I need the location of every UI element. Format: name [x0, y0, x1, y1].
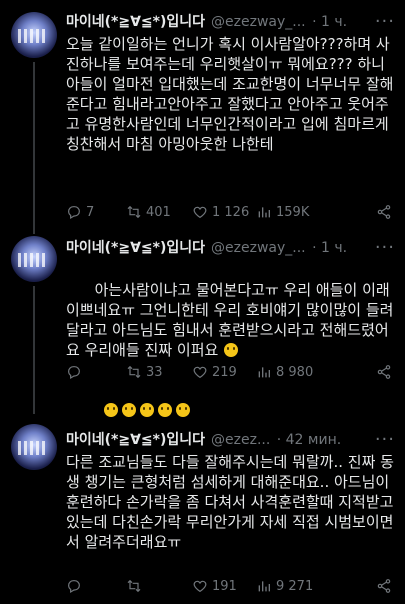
tweet-text: 다른 조교님들도 다들 잘해주시는데 뭐랄까.. 진짜 동생 챙기는 큰형처럼 … — [66, 453, 399, 551]
tweet-actions: 191 9 271 — [66, 576, 396, 596]
avatar[interactable] — [11, 424, 57, 470]
more-icon[interactable]: ··· — [375, 239, 395, 257]
share-button[interactable] — [376, 578, 396, 594]
timestamp[interactable]: · 42 мин. — [277, 432, 341, 448]
like-count: 219 — [212, 364, 237, 380]
share-button[interactable] — [376, 364, 396, 380]
retweet-button[interactable]: 33 — [126, 364, 192, 380]
like-button[interactable]: 219 — [192, 364, 256, 380]
retweet-icon — [127, 579, 141, 593]
timestamp[interactable]: · 1 ч. — [312, 240, 347, 256]
retweet-count: 401 — [146, 204, 171, 220]
tweet-header: 마이네(*≧∀≦*)입니다 @ezez... · 42 мин. — [66, 430, 341, 450]
user-handle[interactable]: @ezezway_... — [211, 14, 306, 30]
share-button[interactable] — [376, 204, 396, 220]
avatar[interactable] — [11, 12, 57, 58]
like-button[interactable]: 191 — [192, 578, 256, 594]
tweet-3[interactable]: 마이네(*≧∀≦*)입니다 @ezez... · 42 мин. ··· 다른 조… — [0, 414, 405, 604]
more-icon[interactable]: ··· — [375, 431, 395, 449]
share-icon — [377, 365, 391, 379]
retweet-icon — [127, 365, 141, 379]
reply-button[interactable] — [66, 578, 126, 594]
tweet-1[interactable]: 마이네(*≧∀≦*)입니다 @ezezway_... · 1 ч. ··· 오늘 … — [0, 0, 405, 234]
retweet-count: 33 — [146, 364, 163, 380]
views-icon — [258, 207, 270, 218]
reply-icon — [68, 366, 80, 380]
tweet-text: 오늘 같이일하는 언니가 혹시 이사람알아???하며 사진하나를 보여주는데 우… — [66, 35, 394, 153]
more-icon[interactable]: ··· — [375, 13, 395, 31]
retweet-button[interactable] — [126, 578, 192, 594]
user-handle[interactable]: @ezez... — [211, 432, 270, 448]
reply-button[interactable] — [66, 364, 126, 380]
views-button[interactable]: 9 271 — [256, 578, 320, 594]
retweet-icon — [127, 205, 141, 219]
user-handle[interactable]: @ezezway_... — [211, 240, 306, 256]
views-icon — [258, 367, 270, 378]
like-count: 191 — [212, 578, 237, 594]
thread-line — [33, 286, 35, 414]
view-count: 159K — [276, 204, 310, 220]
tweet-2[interactable]: 마이네(*≧∀≦*)입니다 @ezezway_... · 1 ч. ··· 아는사… — [0, 234, 405, 417]
avatar[interactable] — [11, 236, 57, 282]
views-button[interactable]: 8 980 — [256, 364, 320, 380]
tweet-actions: 33 219 8 980 — [66, 362, 396, 382]
like-icon — [193, 206, 207, 219]
retweet-button[interactable]: 401 — [126, 204, 192, 220]
display-name[interactable]: 마이네(*≧∀≦*)입니다 — [66, 432, 205, 448]
reply-button[interactable]: 7 — [66, 204, 126, 220]
like-button[interactable]: 1 126 — [192, 204, 256, 220]
like-count: 1 126 — [212, 204, 250, 220]
share-icon — [377, 205, 391, 219]
reply-icon — [68, 206, 80, 220]
views-button[interactable]: 159K — [256, 204, 320, 220]
views-icon — [258, 581, 270, 592]
timestamp[interactable]: · 1 ч. — [312, 14, 347, 30]
like-icon — [193, 580, 207, 593]
reply-count: 7 — [86, 204, 95, 220]
display-name[interactable]: 마이네(*≧∀≦*)입니다 — [66, 14, 205, 30]
tweet-actions: 7 401 1 126 159K — [66, 202, 396, 222]
view-count: 8 980 — [276, 364, 314, 380]
display-name[interactable]: 마이네(*≧∀≦*)입니다 — [66, 240, 205, 256]
pleading-face-emoji — [224, 343, 239, 357]
tweet-header: 마이네(*≧∀≦*)입니다 @ezezway_... · 1 ч. — [66, 12, 347, 32]
thread-line — [33, 62, 35, 234]
reply-icon — [68, 580, 80, 594]
tweet-header: 마이네(*≧∀≦*)입니다 @ezezway_... · 1 ч. — [66, 238, 347, 258]
like-icon — [193, 366, 207, 379]
thread-feed: 마이네(*≧∀≦*)입니다 @ezezway_... · 1 ч. ··· 오늘 … — [0, 0, 405, 604]
share-icon — [377, 579, 391, 593]
view-count: 9 271 — [276, 578, 314, 594]
